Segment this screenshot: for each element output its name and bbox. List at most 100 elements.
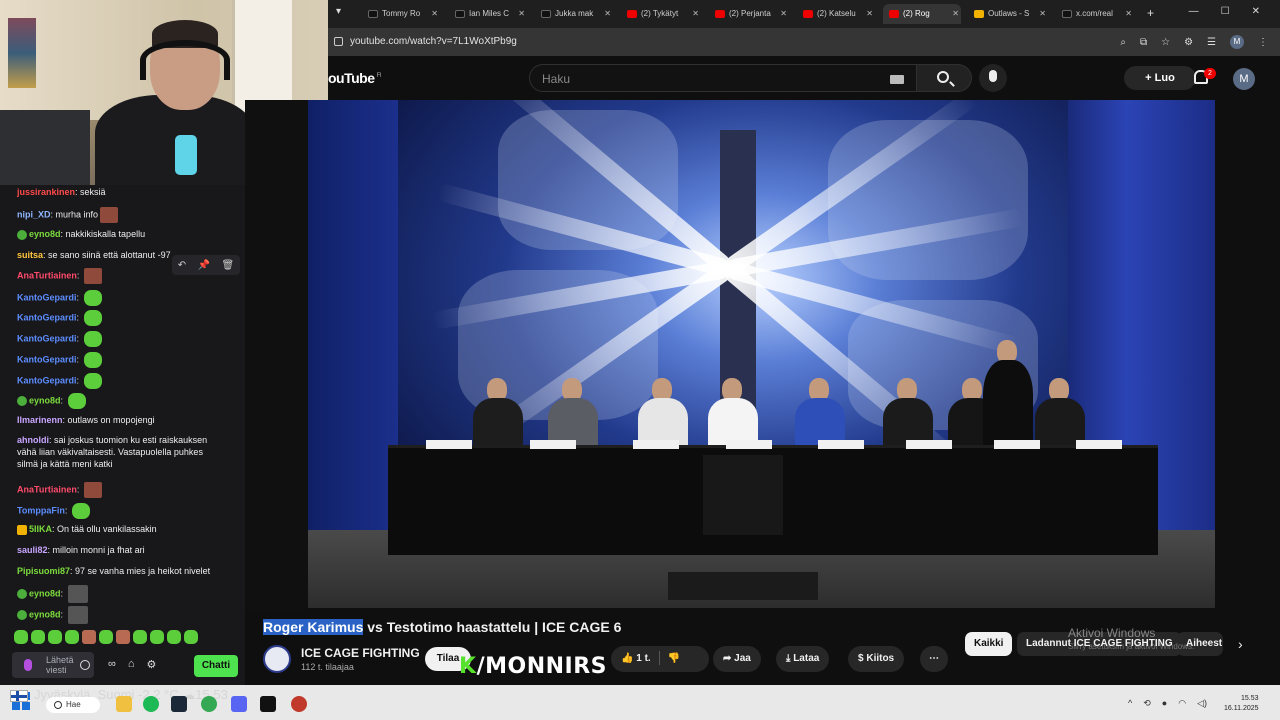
extensions-icon[interactable]: ⚙ — [1184, 37, 1193, 48]
chat-message[interactable]: 5IIKA: On tää ollu vankilassakin — [17, 523, 157, 535]
chat-message[interactable]: eyno8d: — [17, 393, 86, 409]
chat-message[interactable]: AnaTurtiainen: — [17, 482, 102, 498]
reading-list-icon[interactable]: ☰ — [1207, 37, 1216, 48]
close-tab-icon[interactable]: ✕ — [780, 4, 787, 24]
obs-icon[interactable] — [291, 696, 307, 712]
network-icon[interactable]: ⟲ — [1143, 698, 1151, 709]
close-tab-icon[interactable]: ✕ — [604, 4, 611, 24]
emote-icon[interactable] — [14, 630, 28, 644]
bookmark-star-icon[interactable]: ☆ — [1161, 37, 1170, 48]
chat-username[interactable]: AnaTurtiainen — [17, 270, 77, 280]
chat-message[interactable]: eyno8d: — [17, 585, 88, 603]
chat-username[interactable]: 5IIKA — [29, 524, 52, 534]
browser-tab[interactable]: (2) Rog ✕ — [883, 4, 961, 24]
chat-message[interactable]: jussiranki­nen: seksiä — [17, 186, 106, 198]
close-tab-icon[interactable]: ✕ — [952, 4, 959, 24]
wifi-icon[interactable]: ◠ — [1178, 698, 1186, 709]
chat-username[interactable]: eyno8d — [29, 395, 61, 405]
chat-username[interactable]: eyno8d — [29, 609, 61, 619]
chat-username[interactable]: jussiranki­nen — [17, 187, 75, 197]
emote-icon[interactable] — [82, 630, 96, 644]
spotify-icon[interactable] — [143, 696, 159, 712]
browser-tab[interactable]: Tommy Ro ✕ — [362, 4, 440, 24]
search-button[interactable] — [917, 64, 972, 92]
chat-message[interactable]: KantoGepardi: — [17, 352, 102, 368]
chevron-right-icon[interactable]: › — [1238, 636, 1243, 652]
chat-username[interactable]: TomppaFin — [17, 505, 65, 515]
close-tab-icon[interactable]: ✕ — [518, 4, 525, 24]
like-button[interactable]: 👍 1 t. 👎 — [611, 646, 709, 672]
emote-icon[interactable] — [48, 630, 62, 644]
chat-username[interactable]: suitsa — [17, 250, 43, 260]
tab-search-icon[interactable]: ▾ — [336, 6, 341, 17]
discord-icon[interactable] — [231, 696, 247, 712]
browser-tab[interactable]: (2) Tykätyt ✕ — [621, 4, 701, 24]
chat-username[interactable]: AnaTurtiainen — [17, 484, 77, 494]
chat-message[interactable]: AnaTurtiainen: — [17, 268, 102, 284]
search-input[interactable]: Haku — [529, 64, 917, 92]
chat-message[interactable]: Ilmarinenn: outlaws on mopojengi — [17, 414, 155, 426]
channel-name[interactable]: ICE CAGE FIGHTING — [301, 646, 420, 660]
chat-message[interactable]: ahnoldi: sai joskus tuomion ku esti rais… — [17, 434, 217, 470]
browser-tab[interactable]: (2) Katselu ✕ — [797, 4, 875, 24]
browser-tab[interactable]: x.com/real ✕ — [1056, 4, 1134, 24]
create-button[interactable]: + Luo — [1124, 66, 1196, 90]
chat-username[interactable]: Ilmarinenn — [17, 415, 63, 425]
chat-username[interactable]: KantoGepardi — [17, 375, 77, 385]
emote-icon[interactable] — [150, 630, 164, 644]
chat-username[interactable]: eyno8d — [29, 588, 61, 598]
microphone-tray-icon[interactable]: ● — [1162, 698, 1167, 709]
site-info-icon[interactable] — [334, 37, 343, 46]
chat-send-button[interactable]: Chatti — [194, 655, 238, 677]
store-icon[interactable]: ⌂ — [128, 658, 135, 671]
x-app-icon[interactable] — [260, 696, 276, 712]
profile-avatar[interactable]: M — [1230, 35, 1244, 49]
chevron-up-icon[interactable]: ^ — [1128, 698, 1132, 709]
weather-widget[interactable]: Jyväskylä, Suomi -2.2 °C ☁15.53 — [0, 687, 228, 703]
emote-icon[interactable] — [116, 630, 130, 644]
chat-message[interactable]: eyno8d: nakkikiskalla tapellu — [17, 228, 145, 240]
chat-username[interactable]: KantoGepardi — [17, 333, 77, 343]
reply-icon[interactable]: ↶ — [178, 260, 186, 271]
system-clock[interactable]: 15.53 16.11.2025 — [1224, 694, 1259, 714]
close-tab-icon[interactable]: ✕ — [431, 4, 438, 24]
install-icon[interactable]: ⧉ — [1140, 37, 1147, 48]
chat-message[interactable]: KantoGepardi: — [17, 373, 102, 389]
chat-username[interactable]: nipi_XD — [17, 209, 51, 219]
chat-message[interactable]: sauli82: milloin monni ja fhat ari — [17, 544, 145, 556]
bits-icon[interactable]: ∞ — [108, 658, 116, 671]
chat-username[interactable]: sauli82 — [17, 545, 48, 555]
chat-message[interactable]: Pipisuomi87: 97 se vanha mies ja heikot … — [17, 565, 210, 577]
emote-icon[interactable] — [65, 630, 79, 644]
settings-gear-icon[interactable]: ⚙ — [147, 658, 157, 671]
thanks-button[interactable]: $ Kiitos — [848, 646, 905, 672]
maximize-icon[interactable]: ☐ — [1221, 6, 1230, 17]
chat-username[interactable]: eyno8d — [29, 229, 61, 239]
thumbs-down-icon[interactable]: 👎 — [668, 653, 680, 664]
emote-icon[interactable] — [31, 630, 45, 644]
share-button[interactable]: ➦ Jaa — [713, 646, 761, 672]
chat-message[interactable]: KantoGepardi: — [17, 290, 102, 306]
emoji-picker-icon[interactable] — [80, 660, 90, 670]
channel-avatar[interactable] — [263, 645, 291, 673]
browser-menu-icon[interactable]: ⋮ — [1258, 37, 1268, 48]
url-field[interactable]: youtube.com/watch?v=7L1WoXtPb9g — [350, 36, 517, 47]
browser-tab[interactable]: (2) Perjanta ✕ — [709, 4, 789, 24]
delete-icon[interactable]: 🗑 — [222, 260, 235, 271]
keyboard-icon[interactable] — [890, 75, 904, 84]
taskbar-search[interactable]: Hae — [46, 697, 100, 713]
close-tab-icon[interactable]: ✕ — [692, 4, 699, 24]
file-explorer-icon[interactable] — [116, 696, 132, 712]
chat-message[interactable]: suitsa: se sano siinä että alottanut -97 — [17, 249, 171, 261]
chat-username[interactable]: KantoGepardi — [17, 312, 77, 322]
pin-icon[interactable]: 📌 — [198, 260, 210, 271]
chat-username[interactable]: ahnoldi — [17, 435, 49, 445]
emote-icon[interactable] — [133, 630, 147, 644]
account-avatar[interactable]: M — [1233, 68, 1255, 90]
close-window-icon[interactable]: ✕ — [1252, 6, 1260, 17]
chat-input[interactable]: Lähetä viesti — [12, 652, 94, 678]
browser-tab[interactable]: Jukka mak ✕ — [535, 4, 613, 24]
chat-message[interactable]: TomppaFin: — [17, 503, 90, 519]
close-tab-icon[interactable]: ✕ — [1125, 4, 1132, 24]
close-tab-icon[interactable]: ✕ — [866, 4, 873, 24]
